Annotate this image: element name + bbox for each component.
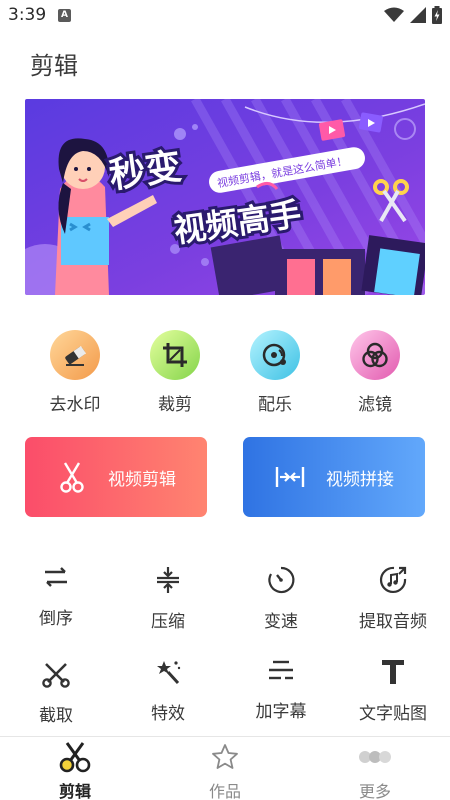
quick-tool-remove-watermark[interactable]: 去水印 [25, 330, 125, 415]
nav-label-works: 作品 [208, 782, 241, 800]
notification-a-icon: A [58, 9, 71, 22]
status-time: 3:39 [8, 5, 47, 25]
tool-reverse[interactable]: 倒序 [0, 562, 112, 629]
quick-tool-label: 裁剪 [158, 395, 192, 415]
extract-audio-icon [337, 565, 449, 595]
video-merge-label: 视频拼接 [326, 469, 394, 490]
nav-edit[interactable]: 剪辑 [20, 741, 130, 800]
tool-label: 加字幕 [255, 702, 307, 722]
tool-text-sticker[interactable]: 文字贴图 [337, 657, 449, 724]
speed-icon [225, 565, 337, 595]
magic-wand-icon [112, 657, 224, 687]
nav-works[interactable]: 作品 [170, 741, 280, 800]
tool-label: 文字贴图 [359, 704, 427, 724]
tool-label: 提取音频 [359, 612, 427, 632]
tool-extract-audio[interactable]: 提取音频 [337, 565, 449, 632]
quick-tool-label: 去水印 [49, 395, 101, 415]
music-disc-icon [250, 330, 300, 380]
star-icon [170, 741, 280, 773]
battery-charging-icon [432, 6, 442, 24]
tool-compress[interactable]: 压缩 [112, 565, 224, 632]
promo-banner[interactable]: 秒变 视频高手 视频剪辑，就是这么简单！ [25, 99, 425, 295]
quick-tool-label: 滤镜 [358, 395, 392, 415]
signal-icon [410, 7, 426, 23]
wifi-icon [384, 7, 404, 22]
tool-label: 倒序 [39, 609, 73, 629]
quick-tool-label: 配乐 [258, 395, 292, 415]
video-merge-button[interactable]: 视频拼接 [243, 437, 425, 517]
cut-icon [0, 659, 112, 689]
filter-icon [350, 330, 400, 380]
quick-tool-crop[interactable]: 裁剪 [125, 330, 225, 415]
video-edit-button[interactable]: 视频剪辑 [25, 437, 207, 517]
quick-tool-music[interactable]: 配乐 [225, 330, 325, 415]
status-icons [384, 5, 442, 25]
reverse-icon [0, 562, 112, 592]
video-edit-label: 视频剪辑 [108, 469, 176, 490]
tool-label: 特效 [151, 704, 185, 724]
nav-label-edit: 剪辑 [58, 782, 91, 800]
nav-label-more: 更多 [358, 782, 391, 800]
text-icon [337, 657, 449, 687]
tool-subtitle[interactable]: 加字幕 [225, 655, 337, 722]
tool-speed[interactable]: 变速 [225, 565, 337, 632]
tool-effects[interactable]: 特效 [112, 657, 224, 724]
page-title: 剪辑 [30, 52, 78, 80]
scissors-icon [20, 741, 130, 773]
eraser-icon [50, 330, 100, 380]
more-icon [320, 741, 430, 773]
tool-label: 变速 [264, 612, 298, 632]
status-bar: 3:39 A [0, 0, 450, 30]
compress-icon [112, 565, 224, 595]
quick-tools: 去水印 裁剪 配乐 滤镜 [0, 330, 450, 420]
merge-icon [270, 457, 310, 497]
crop-icon [150, 330, 200, 380]
tool-label: 压缩 [151, 612, 185, 632]
subtitle-icon [225, 655, 337, 685]
tool-cut[interactable]: 截取 [0, 659, 112, 726]
quick-tool-filter[interactable]: 滤镜 [325, 330, 425, 415]
tool-label: 截取 [39, 706, 73, 726]
scissors-icon [52, 457, 92, 497]
bottom-nav: 剪辑 作品 更多 [0, 736, 450, 800]
nav-more[interactable]: 更多 [320, 741, 430, 800]
banner-illustration: 秒变 视频高手 视频剪辑，就是这么简单！ [25, 99, 425, 295]
